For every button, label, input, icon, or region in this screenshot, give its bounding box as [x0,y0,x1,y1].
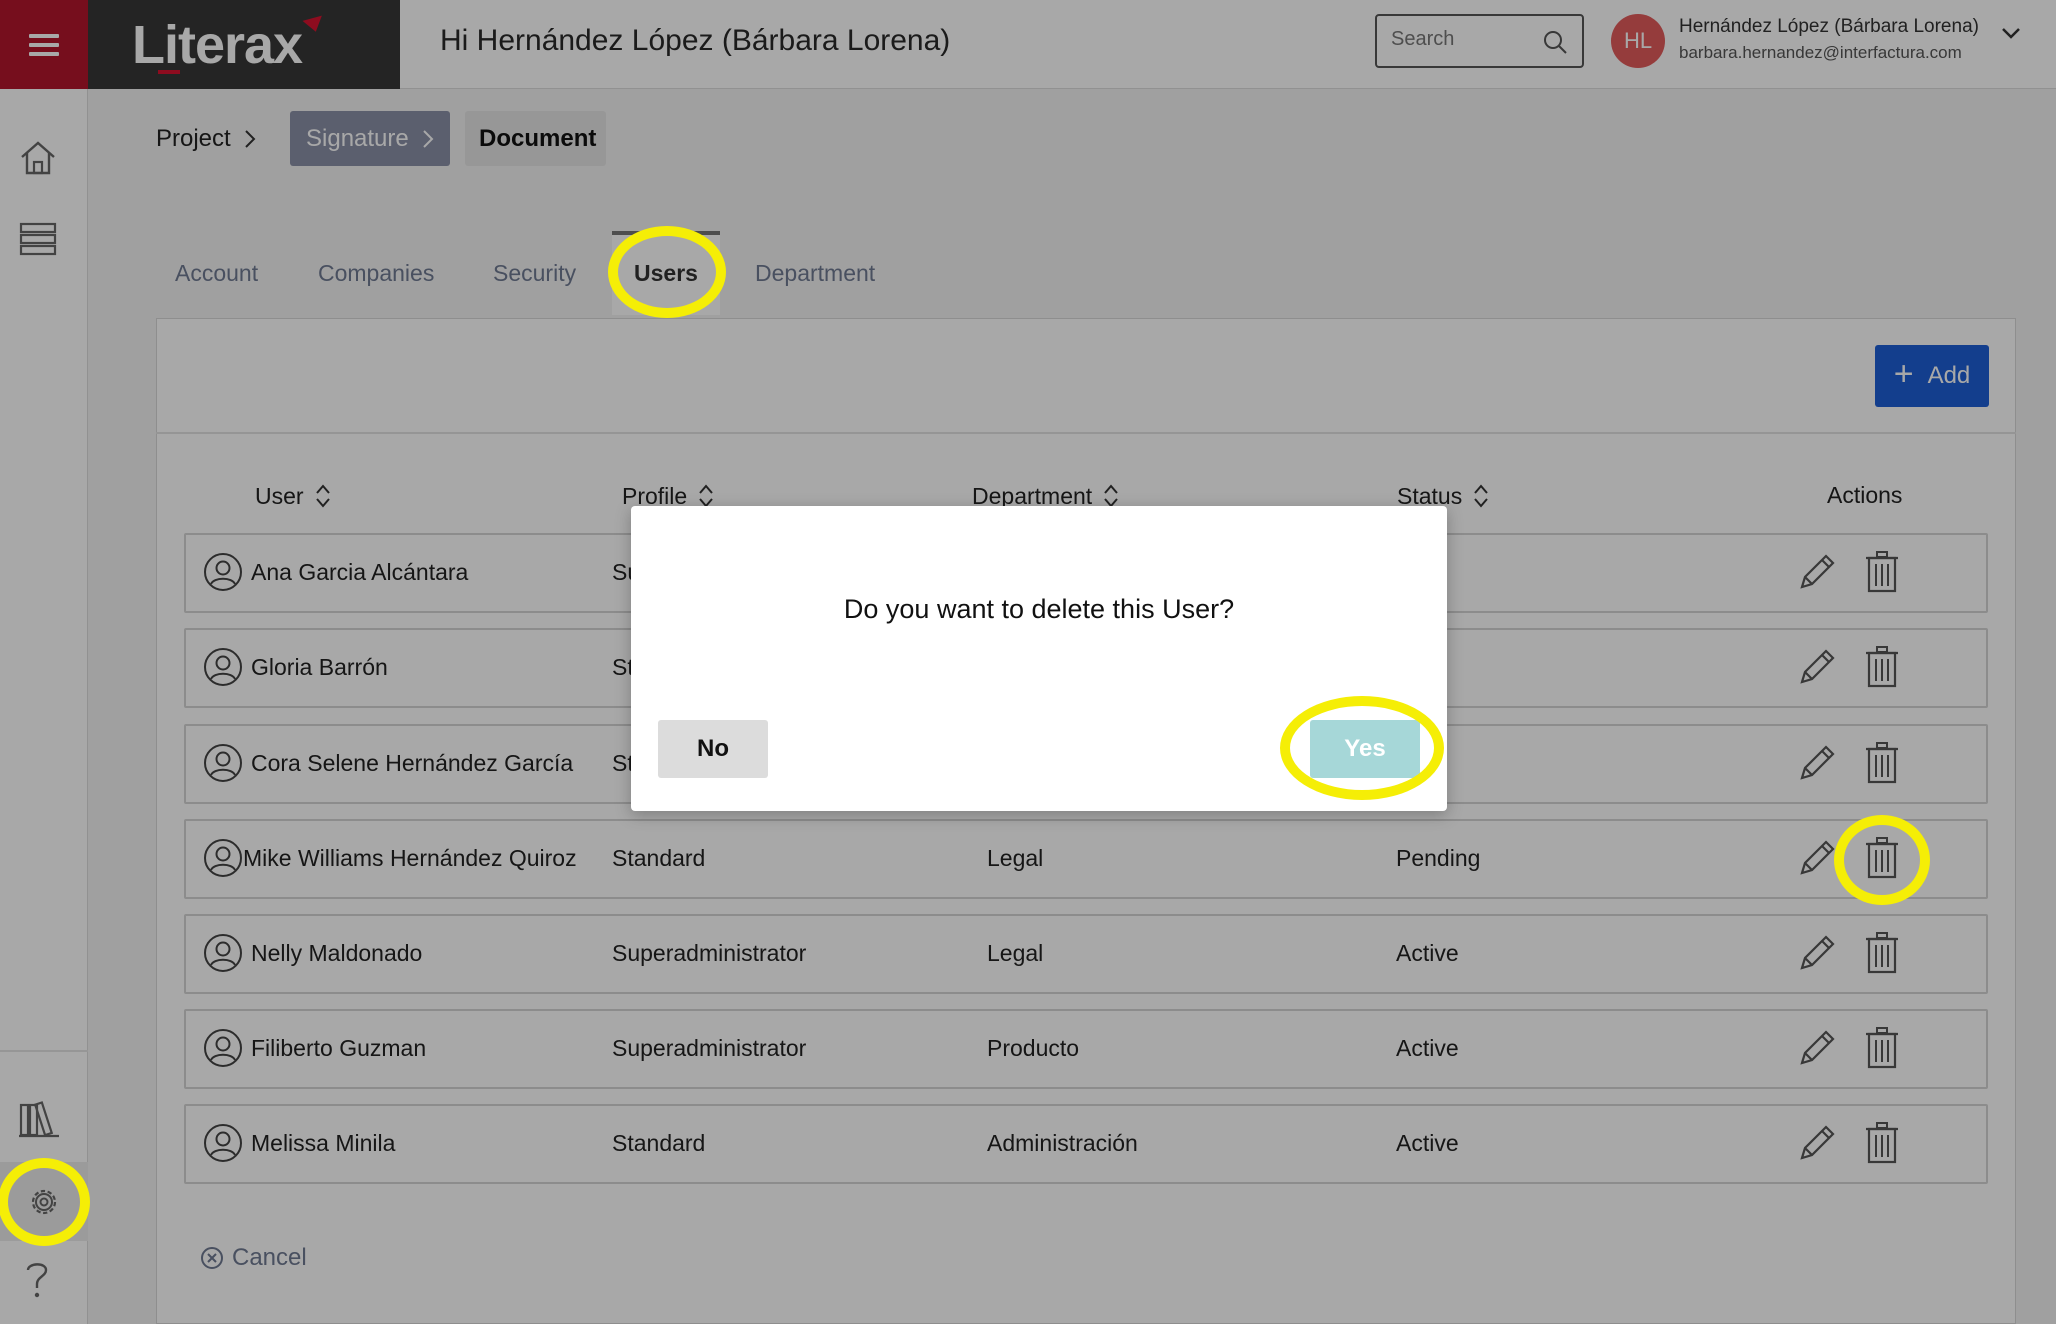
highlight-ring-yes-button [1280,696,1444,800]
no-button[interactable]: No [658,720,768,778]
highlight-ring-users-tab [608,226,726,318]
dialog-message: Do you want to delete this User? [843,594,1235,624]
highlight-ring-delete-icon [1834,815,1930,905]
highlight-ring-settings [0,1158,90,1246]
